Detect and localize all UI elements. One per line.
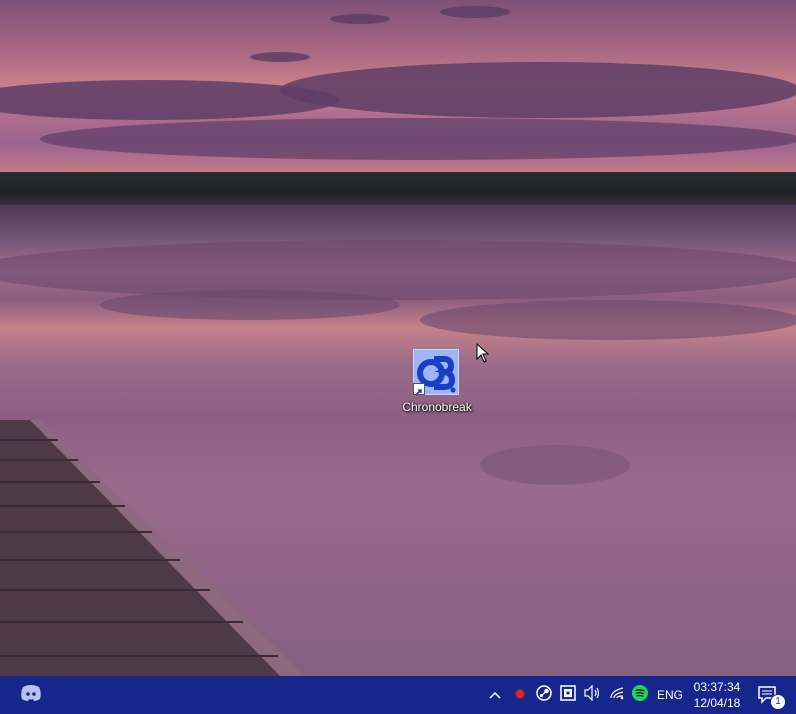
clock-date: 12/04/18 xyxy=(693,696,741,710)
tray-volume[interactable] xyxy=(581,676,605,714)
notification-icon: 1 xyxy=(752,676,786,714)
taskbar-clock[interactable]: 03:37:34 12/04/18 xyxy=(688,676,746,714)
desktop-icon-label: Chronobreak xyxy=(402,400,472,414)
tray-device[interactable] xyxy=(557,676,579,714)
show-hidden-icons-button[interactable] xyxy=(486,676,504,714)
wallpaper-sky xyxy=(0,0,796,190)
wallpaper-dock xyxy=(0,420,300,676)
tray-spotify[interactable] xyxy=(629,676,651,714)
spotify-icon xyxy=(632,684,648,706)
desktop-icon-chronobreak[interactable]: Chronobreak xyxy=(398,347,476,417)
input-language-indicator[interactable]: ENG xyxy=(654,676,686,714)
device-icon xyxy=(560,684,576,706)
desktop[interactable]: Chronobreak xyxy=(0,0,796,676)
clock-time: 03:37:34 xyxy=(693,680,741,694)
tray-network[interactable] xyxy=(606,676,628,714)
notification-count-badge: 1 xyxy=(770,694,786,710)
chevron-up-icon xyxy=(489,686,501,704)
action-center-button[interactable]: 1 xyxy=(752,676,786,714)
shortcut-arrow-icon xyxy=(413,383,425,396)
tray-record[interactable] xyxy=(510,676,530,714)
discord-icon xyxy=(20,684,42,707)
wifi-icon xyxy=(609,686,625,705)
volume-icon xyxy=(584,684,602,706)
taskbar: ENG 03:37:34 12/04/18 1 xyxy=(0,676,796,714)
wallpaper-treeline xyxy=(0,172,796,206)
tray-steam[interactable] xyxy=(533,676,555,714)
mouse-cursor-icon xyxy=(476,342,490,368)
discord-taskbar-button[interactable] xyxy=(14,676,48,714)
record-icon xyxy=(515,686,525,704)
steam-icon xyxy=(536,684,552,706)
